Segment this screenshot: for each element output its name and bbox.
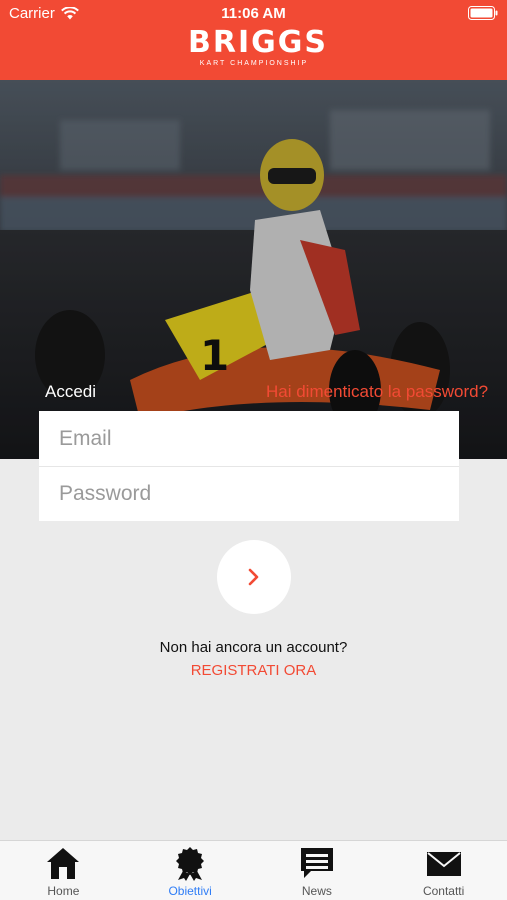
tab-obiettivi-label: Obiettivi bbox=[168, 884, 212, 898]
tab-news[interactable]: News bbox=[254, 841, 381, 900]
tab-bar: Home Obiettivi News Contatti bbox=[0, 840, 507, 900]
email-field[interactable] bbox=[39, 411, 459, 466]
tab-news-label: News bbox=[301, 884, 332, 898]
tab-home[interactable]: Home bbox=[0, 841, 127, 900]
submit-login-button[interactable] bbox=[217, 540, 291, 614]
hero-kart-image: 1 bbox=[0, 80, 507, 459]
register-now-link[interactable]: REGISTRATI ORA bbox=[0, 662, 507, 679]
status-bar: Carrier 11:06 AM bbox=[0, 0, 507, 26]
battery-icon bbox=[468, 6, 498, 24]
news-icon bbox=[300, 848, 333, 878]
app-header: Carrier 11:06 AM BRIGGS KART CHAMPIONSHI… bbox=[0, 0, 507, 80]
login-form bbox=[39, 411, 459, 521]
tab-home-label: Home bbox=[47, 884, 80, 898]
status-time: 11:06 AM bbox=[221, 5, 286, 22]
tab-contatti[interactable]: Contatti bbox=[380, 841, 507, 900]
home-icon bbox=[47, 848, 80, 879]
tab-obiettivi[interactable]: Obiettivi bbox=[127, 841, 254, 900]
chevron-right-icon bbox=[248, 568, 259, 586]
login-title: Accedi bbox=[45, 382, 97, 401]
tab-contatti-label: Contatti bbox=[422, 884, 465, 898]
forgot-password-link[interactable]: Hai dimenticato la password? bbox=[266, 382, 488, 402]
no-account-text: Non hai ancora un account? bbox=[159, 639, 348, 656]
logo-main-text: BRIGGS bbox=[188, 25, 328, 60]
envelope-icon bbox=[426, 852, 461, 876]
logo-sub-text: KART CHAMPIONSHIP bbox=[199, 60, 309, 67]
brand-logo: BRIGGS KART CHAMPIONSHIP bbox=[188, 25, 328, 70]
password-field[interactable] bbox=[39, 466, 459, 521]
kart-racer-illustration: 1 bbox=[0, 80, 507, 459]
badge-icon bbox=[176, 847, 205, 881]
